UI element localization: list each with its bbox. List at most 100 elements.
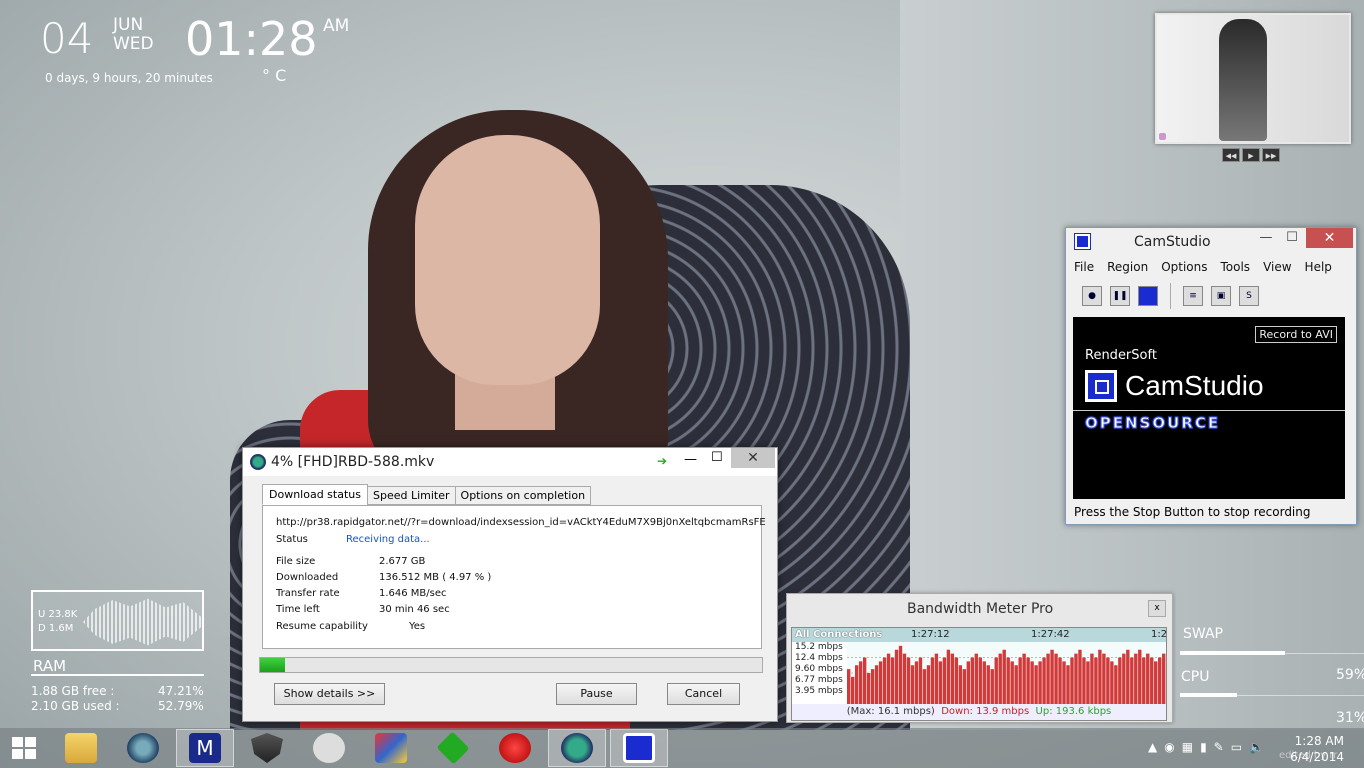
download-progress-bar [259, 657, 763, 673]
record-icon[interactable]: ● [1082, 286, 1102, 306]
brand-text: RenderSoft [1085, 348, 1157, 363]
tray-network-icon[interactable]: ▦ [1182, 740, 1193, 754]
bandwidth-bar [1150, 657, 1154, 704]
taskbar-apple-icon[interactable] [486, 729, 544, 767]
maximize-button[interactable]: ☐ [1280, 230, 1304, 245]
hide-arrow-icon[interactable]: ➔ [657, 454, 667, 468]
close-button[interactable]: ✕ [731, 448, 775, 468]
menu-options[interactable]: Options [1161, 260, 1207, 278]
bandwidth-bar [1110, 661, 1114, 704]
bandwidth-bar [1090, 653, 1094, 704]
bandwidth-bar [1066, 665, 1070, 704]
bandwidth-title: Bandwidth Meter Pro [907, 601, 1054, 617]
cancel-button[interactable]: Cancel [667, 683, 740, 705]
taskbar-date: 6/4/2014 [1290, 750, 1344, 764]
taskbar-malwarebytes-icon[interactable]: M [176, 729, 234, 767]
taskbar-shield-icon[interactable] [238, 729, 296, 767]
taskbar-network-icon[interactable] [300, 729, 358, 767]
bandwidth-bar [1022, 653, 1026, 704]
camstudio-menubar: File Region Options Tools View Help [1066, 256, 1356, 278]
bandwidth-bar [962, 669, 967, 704]
bandwidth-bar [1062, 661, 1066, 704]
status-value: Receiving data... [346, 534, 430, 545]
bandwidth-bar [910, 665, 915, 704]
taskbar-clock[interactable]: 1:28 AM 6/4/2014 [1290, 733, 1344, 765]
tray-expand-icon[interactable]: ▲ [1148, 740, 1157, 754]
ram-label: RAM [33, 657, 67, 675]
bandwidth-bar [1106, 657, 1110, 704]
menu-file[interactable]: File [1074, 260, 1094, 278]
bandwidth-bar [926, 665, 931, 704]
swap-bar [1180, 651, 1285, 655]
ram-divider [31, 674, 204, 676]
time-tick: 1:2 [1151, 629, 1168, 640]
transfer-rate-value: 1.646 MB/sec [379, 588, 447, 599]
swap-label: SWAP [1183, 626, 1223, 642]
bandwidth-bar [1130, 657, 1134, 704]
stop-icon[interactable] [1138, 286, 1158, 306]
bandwidth-bar [1126, 649, 1130, 704]
bandwidth-bar [1014, 665, 1018, 704]
bandwidth-bar [866, 673, 871, 704]
opensource-text: OPENSOURCE [1084, 414, 1221, 433]
max-text: (Max: 16.1 mbps) [846, 706, 935, 717]
tray-signal-icon[interactable]: ▮ [1200, 740, 1207, 754]
swf-icon[interactable]: S [1239, 286, 1259, 306]
minimize-button[interactable]: — [684, 452, 697, 467]
camstudio-title: CamStudio [1134, 234, 1211, 250]
bandwidth-graph-header: All Connections 1:27:12 1:27:42 1:2 [792, 628, 1168, 642]
taskbar-file-explorer-icon[interactable] [52, 729, 110, 767]
tray-idm-icon[interactable]: ◉ [1164, 740, 1174, 754]
tab-speed-limiter[interactable]: Speed Limiter [366, 486, 456, 505]
clock-month-weekday: JUN WED [113, 15, 154, 54]
bandwidth-bar [978, 657, 982, 704]
bandwidth-meter-window: Bandwidth Meter Pro x All Connections 1:… [786, 593, 1173, 723]
tray-display-icon[interactable]: ▭ [1231, 740, 1242, 754]
bandwidth-bar [930, 657, 935, 704]
uptime-text: 0 days, 9 hours, 20 minutes [45, 71, 213, 85]
bandwidth-bar [898, 645, 903, 704]
taskbar-paint-icon[interactable] [362, 729, 420, 767]
menu-region[interactable]: Region [1107, 260, 1148, 278]
annotation-icon[interactable]: ≡ [1183, 286, 1203, 306]
camstudio-icon [1074, 233, 1091, 250]
up-text: Up: 193.6 kbps [1035, 706, 1112, 717]
next-button[interactable]: ▶▶ [1262, 148, 1280, 162]
taskbar-idm-icon[interactable] [548, 729, 606, 767]
clock-ampm: AM [323, 16, 350, 36]
play-button[interactable]: ▶ [1242, 148, 1260, 162]
taskbar-camstudio-icon[interactable] [610, 729, 668, 767]
pause-button[interactable]: Pause [556, 683, 637, 705]
menu-help[interactable]: Help [1305, 260, 1332, 278]
bandwidth-close-button[interactable]: x [1148, 600, 1166, 617]
minimize-button[interactable]: — [1254, 230, 1278, 245]
all-connections-label: All Connections [795, 629, 883, 640]
windows-start-icon[interactable] [12, 737, 38, 759]
show-details-button[interactable]: Show details >> [274, 683, 385, 705]
ram-free: 1.88 GB free : [31, 684, 115, 698]
screen-icon[interactable]: ▣ [1211, 286, 1231, 306]
taskbar-green-app-icon[interactable] [424, 729, 482, 767]
taskbar-browser-icon[interactable] [114, 729, 172, 767]
bandwidth-bar [954, 657, 959, 704]
tab-options-on-completion[interactable]: Options on completion [454, 486, 592, 505]
tray-volume-icon[interactable]: 🔈 [1249, 740, 1264, 754]
bandwidth-bar [1122, 653, 1126, 704]
download-titlebar[interactable]: 4% [FHD]RBD-588.mkv ➔ — ☐ ✕ [243, 448, 777, 476]
bandwidth-bar [1042, 657, 1046, 704]
bandwidth-bar [938, 661, 943, 704]
system-tray: ▲ ◉ ▦ ▮ ✎ ▭ 🔈 [1148, 740, 1264, 754]
bandwidth-bar [1058, 657, 1062, 704]
camstudio-titlebar[interactable]: CamStudio — ☐ ✕ [1066, 228, 1356, 256]
resume-value: Yes [409, 621, 426, 632]
prev-button[interactable]: ◀◀ [1222, 148, 1240, 162]
close-button[interactable]: ✕ [1306, 228, 1353, 248]
menu-view[interactable]: View [1263, 260, 1291, 278]
menu-tools[interactable]: Tools [1221, 260, 1251, 278]
pause-icon[interactable]: ❚❚ [1110, 286, 1130, 306]
bandwidth-bar [1114, 665, 1118, 704]
tab-download-status[interactable]: Download status [262, 484, 368, 505]
maximize-button[interactable]: ☐ [711, 450, 723, 465]
slideshow-thumbnail[interactable] [1155, 13, 1351, 144]
tray-security-icon[interactable]: ✎ [1214, 740, 1224, 754]
